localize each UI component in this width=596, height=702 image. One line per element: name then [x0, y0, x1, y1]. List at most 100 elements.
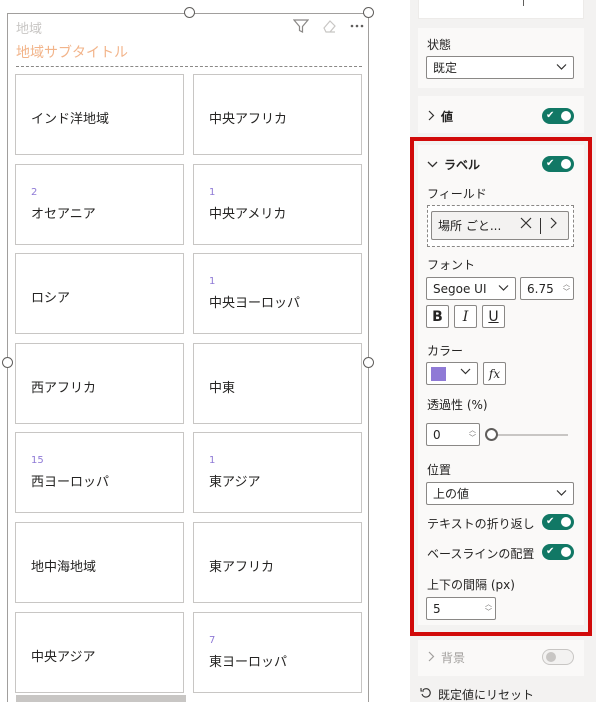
region-card-label: 中央アフリカ	[209, 112, 288, 127]
region-card-value: 7	[209, 635, 216, 646]
region-card[interactable]: 地中海地域	[15, 522, 184, 603]
check-icon: ✔	[546, 546, 555, 557]
position-value: 上の値	[433, 487, 470, 501]
region-card[interactable]: 7 東ヨーロッパ	[193, 612, 362, 693]
text-wrap-toggle[interactable]: ✔	[542, 514, 574, 530]
region-card[interactable]: インド洋地域	[15, 74, 184, 155]
field-pill-value: 場所 ごと...	[438, 219, 502, 233]
field-pill[interactable]: 場所 ごと...	[431, 211, 569, 240]
region-card-label: ロシア	[31, 291, 71, 306]
resize-handle-left[interactable]	[2, 357, 13, 368]
label-toggle[interactable]: ✔	[542, 156, 574, 172]
chevron-right-icon[interactable]	[550, 217, 557, 233]
check-icon: ✔	[546, 110, 555, 121]
position-dropdown[interactable]: 上の値	[426, 482, 574, 505]
region-card[interactable]: 1 中央アメリカ	[193, 164, 362, 245]
color-swatch	[431, 367, 446, 381]
chevron-down-icon	[556, 62, 567, 73]
underline-button[interactable]: U	[482, 305, 505, 328]
region-card-label: 東アフリカ	[209, 560, 275, 575]
region-card-label: 中央アジア	[31, 650, 96, 665]
region-card-value: 1	[209, 187, 216, 198]
font-family-value: Segoe UI	[433, 281, 487, 296]
check-icon: ✔	[546, 158, 555, 169]
stepper-arrows-icon[interactable]: ︿ ﹀	[469, 426, 476, 442]
region-card-label: 中央ヨーロッパ	[209, 296, 301, 311]
state-dropdown[interactable]: 既定	[426, 56, 574, 79]
region-card[interactable]: 2 オセアニア	[15, 164, 184, 245]
bold-button[interactable]: B	[426, 305, 449, 328]
value-toggle[interactable]: ✔	[542, 108, 574, 124]
transparency-slider-track[interactable]	[490, 434, 568, 436]
font-size-stepper[interactable]: 6.75 ︿ ﹀	[520, 277, 574, 300]
transparency-slider-thumb[interactable]	[485, 428, 498, 441]
field-label: フィールド	[427, 187, 487, 201]
font-family-dropdown[interactable]: Segoe UI	[426, 277, 516, 300]
chevron-down-icon	[460, 367, 471, 378]
horizontal-scrollbar[interactable]	[16, 695, 186, 702]
region-card[interactable]: 中央アフリカ	[193, 74, 362, 155]
visual-title: 地域	[16, 22, 43, 37]
transparency-value: 0	[433, 427, 441, 442]
region-card-value: 1	[209, 276, 216, 287]
region-card[interactable]: 西アフリカ	[15, 343, 184, 424]
value-section-header[interactable]: 値	[428, 108, 453, 125]
filter-icon[interactable]	[292, 17, 310, 35]
region-card-label: 中東	[209, 381, 236, 396]
stepper-arrows-icon[interactable]: ︿ ﹀	[485, 600, 492, 616]
region-card[interactable]: 中東	[193, 343, 362, 424]
region-card-value: 2	[31, 187, 38, 198]
fx-button[interactable]: fx	[483, 362, 506, 385]
region-card-label: インド洋地域	[31, 112, 110, 127]
transparency-label: 透過性 (%)	[427, 398, 488, 412]
check-icon: ✔	[546, 516, 555, 527]
resize-handle-top[interactable]	[184, 7, 195, 18]
spacing-stepper[interactable]: 5 ︿ ﹀	[426, 597, 496, 620]
close-icon[interactable]	[520, 217, 532, 233]
visual-header-icons	[292, 17, 366, 35]
region-card[interactable]: 東アフリカ	[193, 522, 362, 603]
region-card[interactable]: 1 東アジア	[193, 432, 362, 513]
baseline-label: ベースラインの配置	[427, 547, 535, 561]
pill-divider	[540, 218, 541, 234]
region-card-label: オセアニア	[31, 207, 96, 222]
transparency-stepper[interactable]: 0 ︿ ﹀	[426, 423, 480, 446]
position-label: 位置	[427, 463, 452, 477]
spacing-label: 上下の間隔 (px)	[427, 578, 515, 592]
text-wrap-label: テキストの折り返し	[427, 517, 535, 531]
color-picker[interactable]	[426, 362, 478, 385]
region-card-label: 東アジア	[209, 475, 261, 490]
region-card[interactable]: ロシア	[15, 253, 184, 334]
state-dropdown-value: 既定	[433, 61, 458, 75]
visual-subtitle: 地域サブタイトル	[16, 45, 128, 61]
eraser-icon[interactable]	[320, 17, 338, 35]
region-card-label: 西ヨーロッパ	[31, 475, 110, 490]
state-label: 状態	[427, 38, 452, 52]
region-card-value: 1	[209, 455, 216, 466]
region-card[interactable]: 中央アジア	[15, 612, 184, 693]
resize-handle-right[interactable]	[363, 357, 374, 368]
region-card-label: 中央アメリカ	[209, 207, 287, 222]
chevron-right-icon	[428, 651, 435, 665]
label-section-header[interactable]: ラベル	[427, 156, 480, 173]
chevron-right-icon	[428, 110, 435, 124]
font-size-value: 6.75	[527, 281, 554, 296]
spacing-value: 5	[433, 601, 441, 616]
stepper-arrows-icon[interactable]: ︿ ﹀	[563, 280, 570, 296]
background-toggle[interactable]	[542, 649, 574, 665]
region-card[interactable]: 1 中央ヨーロッパ	[193, 253, 362, 334]
background-section-header[interactable]: 背景	[428, 649, 465, 666]
format-pane-top	[418, 0, 584, 19]
reset-label: 既定値にリセット	[438, 688, 535, 702]
baseline-toggle[interactable]: ✔	[542, 544, 574, 560]
region-card[interactable]: 15 西ヨーロッパ	[15, 432, 184, 513]
region-card-value: 15	[31, 455, 44, 466]
more-options-icon[interactable]	[348, 17, 366, 35]
chevron-down-icon	[556, 488, 567, 499]
color-label: カラー	[427, 344, 464, 358]
font-label: フォント	[427, 258, 476, 272]
region-card-label: 西アフリカ	[31, 381, 97, 396]
reset-icon	[420, 687, 432, 702]
italic-button[interactable]: I	[454, 305, 477, 328]
reset-to-default-button[interactable]: 既定値にリセット	[420, 686, 534, 702]
